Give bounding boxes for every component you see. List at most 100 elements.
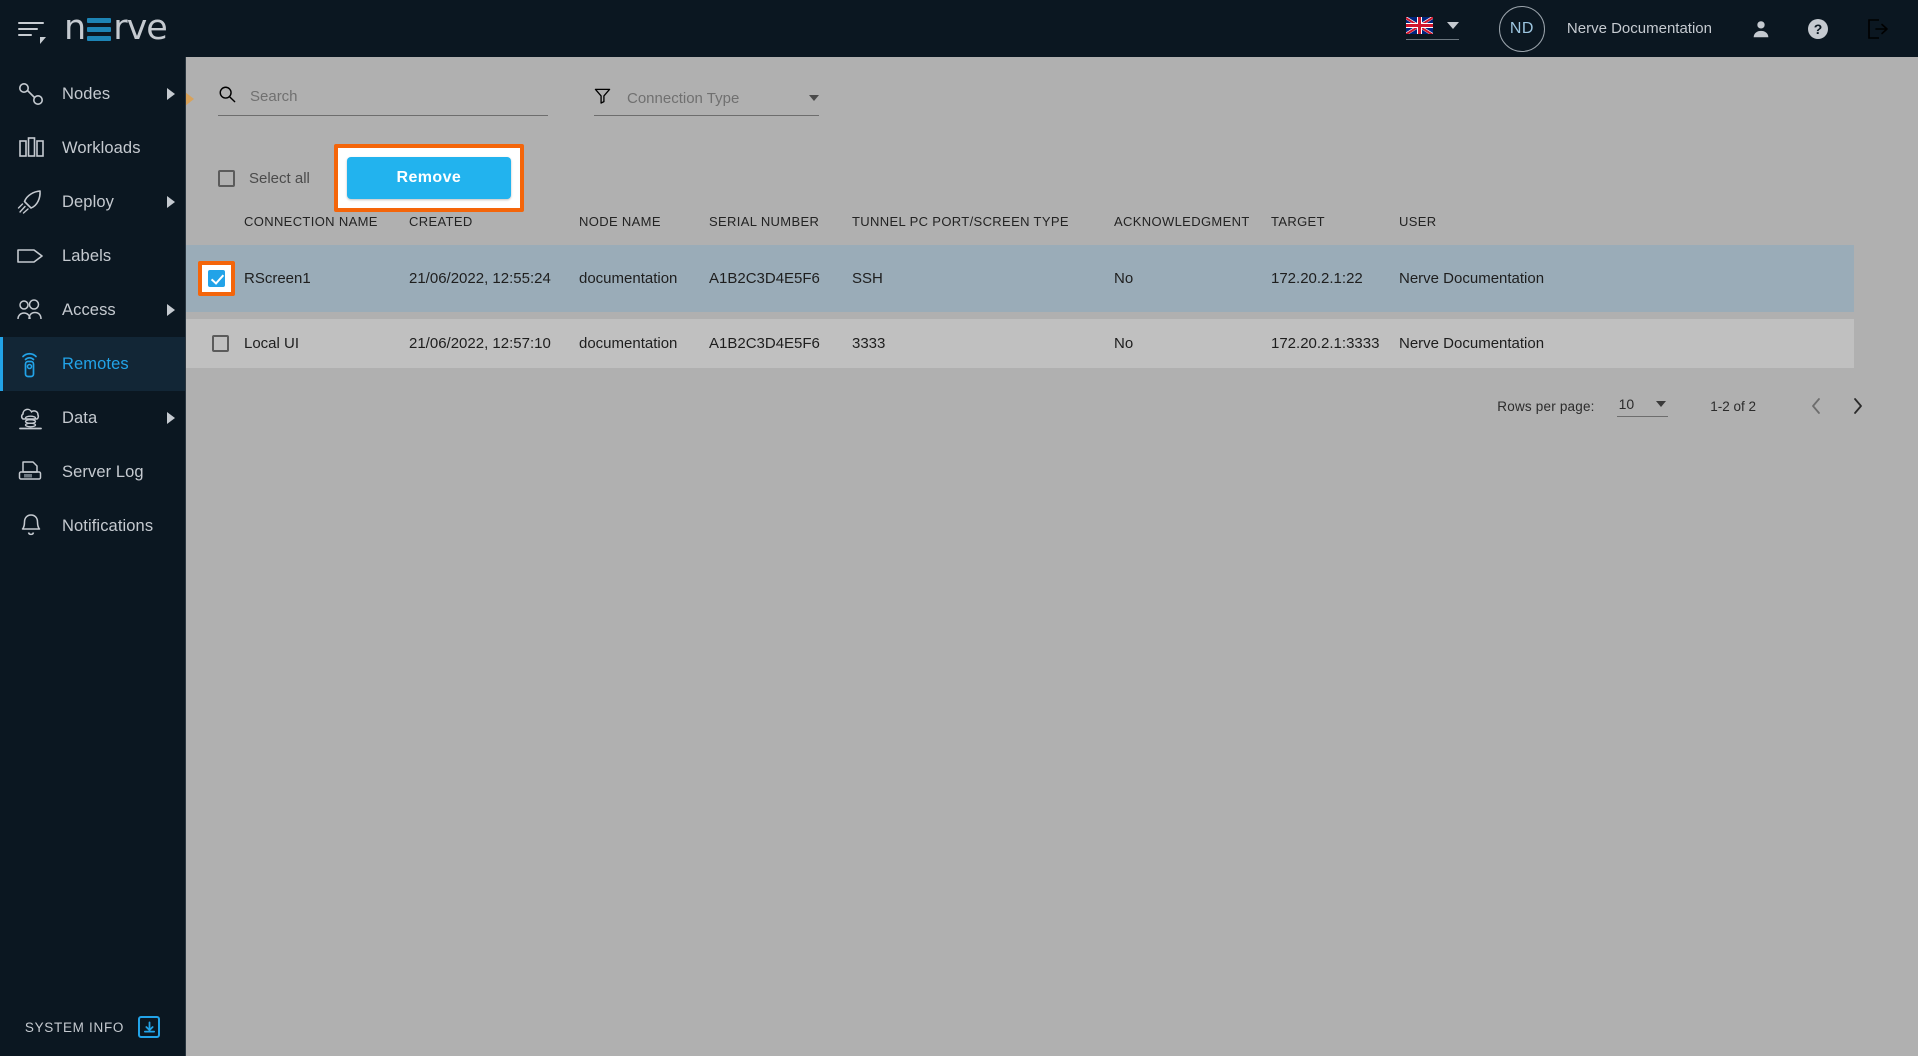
label-tag-icon [14,241,48,271]
bell-icon [14,511,48,541]
chevron-right-icon [167,196,175,208]
search-field[interactable] [218,85,548,116]
sidebar-item-nodes[interactable]: Nodes [0,67,185,121]
column-header-acknowledgment: ACKNOWLEDGMENT [1114,214,1250,229]
system-info-label: SYSTEM INFO [24,1019,125,1035]
remote-control-icon [14,349,48,379]
sidebar-item-workloads[interactable]: Workloads [0,121,185,175]
row-spacer [186,312,1854,319]
sidebar-item-server-log[interactable]: Server Log [0,445,185,499]
top-header-bar: n rve ND Nerve Documentation ? [0,0,1918,57]
search-icon [218,85,236,108]
rows-per-page-select[interactable]: 10 [1616,396,1669,417]
chevron-right-icon [167,88,175,100]
sidebar-label: Remotes [62,354,129,373]
cell-connection-name: RScreen1 [244,270,311,287]
cell-connection-name: Local UI [244,335,300,352]
chevron-down-icon [809,95,819,101]
logo-text-suffix: rve [113,8,168,48]
row-checkbox[interactable] [208,270,225,287]
cell-user: Nerve Documentation [1399,270,1545,287]
bulk-action-row: Select all Remove [186,144,1918,212]
cell-serial-number: A1B2C3D4E5F6 [709,270,820,287]
table-body: RScreen1 21/06/2022, 12:55:24 documentat… [186,245,1854,368]
sidebar-item-notifications[interactable]: Notifications [0,499,185,553]
sidebar-item-access[interactable]: Access [0,283,185,337]
row-checkbox-highlight [198,261,235,296]
app-root: n rve ND Nerve Documentation ? Nodes Wor… [0,0,1918,1056]
funnel-filter-icon [594,87,611,109]
download-box-icon [138,1016,161,1038]
cell-tunnel-port: SSH [852,270,883,287]
table-row[interactable]: Local UI 21/06/2022, 12:57:10 documentat… [186,319,1854,368]
filters-row: Connection Type [186,57,1918,116]
main-content: Connection Type Select all Remove [186,57,1918,1056]
system-info-button[interactable]: SYSTEM INFO [0,1016,185,1056]
avatar-initials: ND [1509,19,1534,37]
remove-button[interactable]: Remove [346,157,511,199]
column-header-tunnel-port: TUNNEL PC PORT/SCREEN TYPE [852,214,1069,229]
table-container: CONNECTION NAME CREATED NODE NAME SERIAL… [186,206,1918,368]
cell-tunnel-port: 3333 [852,335,886,352]
logout-icon[interactable] [1864,16,1890,42]
sidebar-item-labels[interactable]: Labels [0,229,185,283]
search-input[interactable] [250,88,548,105]
language-selector[interactable] [1405,17,1459,40]
select-all-label: Select all [249,169,310,187]
remotes-table: CONNECTION NAME CREATED NODE NAME SERIAL… [186,206,1854,368]
row-checkbox-cell[interactable] [186,319,244,368]
hamburger-menu-icon[interactable] [18,16,48,44]
drawer-expand-arrow-icon[interactable] [186,92,194,106]
column-header-node-name: NODE NAME [579,214,661,229]
chevron-down-icon [1446,22,1459,29]
chevron-right-icon [167,412,175,424]
connection-type-filter[interactable]: Connection Type [594,87,819,116]
column-header-serial-number: SERIAL NUMBER [709,214,820,229]
sidebar-label: Nodes [62,84,111,103]
cell-target: 172.20.2.1:22 [1271,270,1363,287]
chevron-down-icon [1656,400,1667,407]
row-checkbox-cell[interactable] [186,245,244,312]
cell-acknowledgment: No [1114,335,1134,352]
header-checkbox-col [186,206,244,245]
profile-icon[interactable] [1750,18,1772,40]
row-checkbox[interactable] [211,335,229,352]
row-checkbox-wrap [198,335,242,352]
pagination-range-label: 1-2 of 2 [1710,398,1756,414]
svg-text:?: ? [1814,21,1823,37]
deploy-rocket-icon [14,187,48,217]
sidebar-label: Data [62,408,98,427]
sidebar-label: Deploy [62,192,114,211]
help-circle-icon[interactable]: ? [1806,17,1830,41]
select-all-checkbox[interactable] [218,169,235,187]
sidebar-label: Workloads [62,138,141,157]
next-page-button[interactable] [1840,388,1876,424]
remove-button-highlight: Remove [333,144,524,212]
sidebar-label: Access [62,300,116,319]
column-header-user: USER [1399,214,1437,229]
cell-serial-number: A1B2C3D4E5F6 [709,335,820,352]
logo-e-bars-icon [87,18,112,41]
sidebar-item-data[interactable]: Data [0,391,185,445]
previous-page-button[interactable] [1798,388,1834,424]
sidebar-navigation: Nodes Workloads Deploy Labels Access Rem… [0,57,186,1056]
server-log-icon [14,457,48,487]
sidebar-item-remotes[interactable]: Remotes [0,337,185,391]
header-user-name: Nerve Documentation [1566,20,1712,37]
sidebar-label: Server Log [62,462,144,481]
cell-created: 21/06/2022, 12:55:24 [409,270,551,287]
sidebar-label: Labels [62,246,112,265]
chevron-right-icon [167,304,175,316]
users-icon [14,295,48,325]
workloads-icon [14,133,48,163]
cell-user: Nerve Documentation [1399,335,1545,352]
uk-flag-icon [1405,17,1433,34]
avatar[interactable]: ND [1498,5,1545,52]
cell-acknowledgment: No [1114,270,1134,287]
column-header-target: TARGET [1271,214,1325,229]
nerve-logo: n rve [64,8,168,49]
sidebar-item-deploy[interactable]: Deploy [0,175,185,229]
cell-created: 21/06/2022, 12:57:10 [409,335,551,352]
table-row[interactable]: RScreen1 21/06/2022, 12:55:24 documentat… [186,245,1854,312]
logo-text-prefix: n [64,8,86,48]
